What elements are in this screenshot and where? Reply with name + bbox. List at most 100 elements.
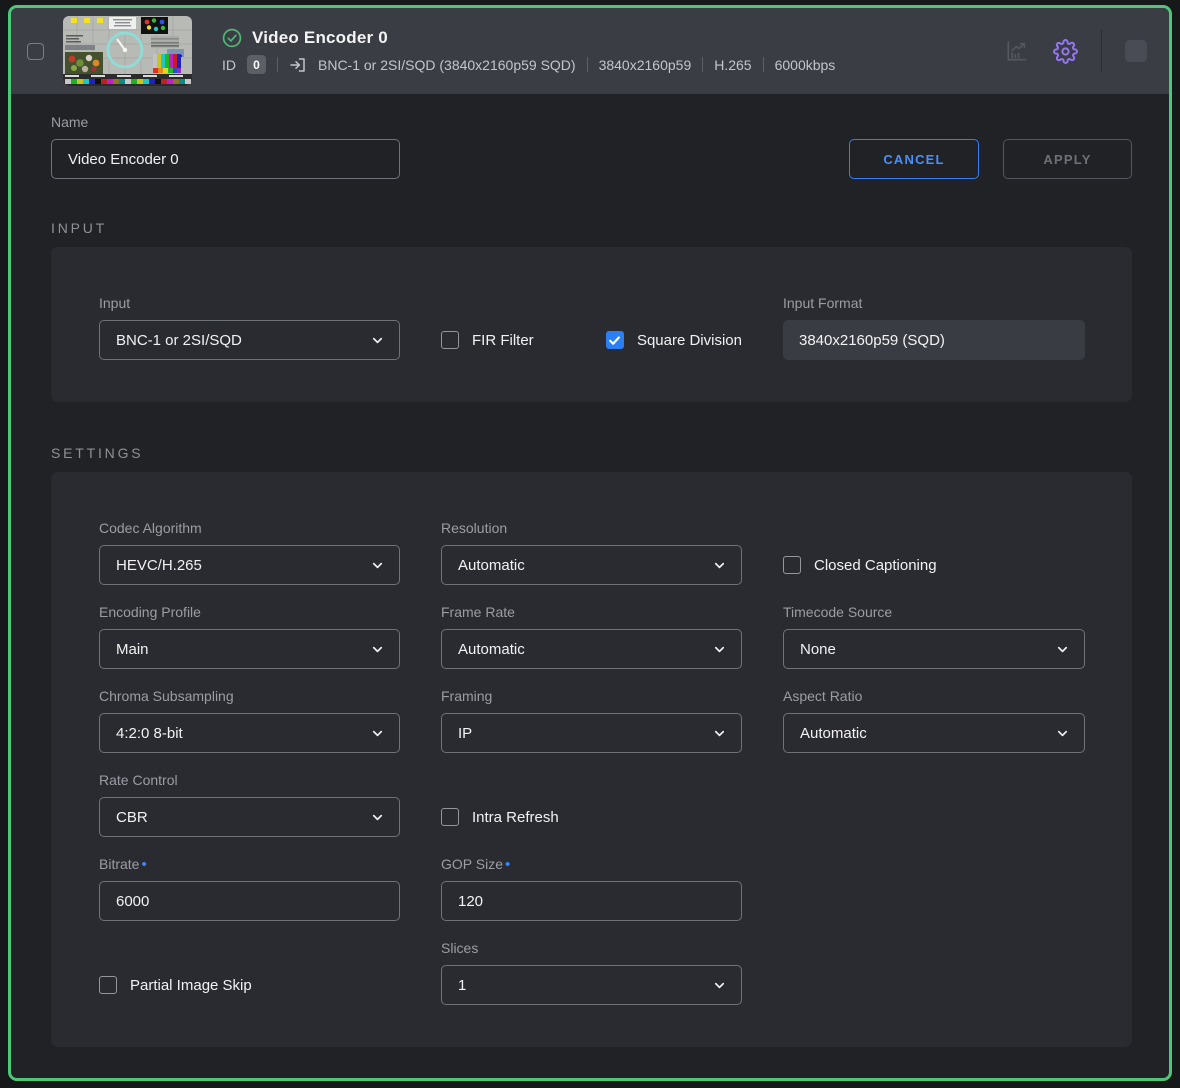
aspect-ratio-label: Aspect Ratio — [783, 688, 1085, 705]
chroma-subsampling-label: Chroma Subsampling — [99, 688, 400, 705]
status-square[interactable] — [1125, 40, 1147, 62]
aspect-ratio-value: Automatic — [800, 725, 867, 742]
closed-captioning-group: Closed Captioning — [783, 520, 1085, 585]
partial-image-skip-checkbox-row[interactable]: Partial Image Skip — [99, 965, 400, 1005]
rate-control-value: CBR — [116, 809, 148, 826]
slices-select[interactable]: 1 — [441, 965, 742, 1005]
encoding-profile-group: Encoding Profile Main — [99, 604, 400, 669]
chroma-subsampling-group: Chroma Subsampling 4:2:0 8-bit — [99, 688, 400, 753]
input-section-heading: INPUT — [51, 220, 1132, 236]
settings-button[interactable] — [1053, 39, 1078, 64]
chevron-down-icon — [370, 810, 385, 825]
frame-rate-label: Frame Rate — [441, 604, 742, 621]
timecode-source-select[interactable]: None — [783, 629, 1085, 669]
aspect-ratio-group: Aspect Ratio Automatic — [783, 688, 1085, 753]
input-icon — [289, 56, 307, 74]
slices-label: Slices — [441, 940, 742, 957]
input-source-group: Input BNC-1 or 2SI/SQD — [99, 295, 400, 360]
empty-cell — [783, 772, 1085, 837]
id-badge: 0 — [247, 55, 266, 74]
divider — [763, 57, 764, 72]
timecode-source-group: Timecode Source None — [783, 604, 1085, 669]
fir-filter-checkbox-row[interactable]: FIR Filter — [441, 320, 534, 360]
gop-size-input[interactable] — [441, 881, 742, 921]
resolution-value: Automatic — [458, 557, 525, 574]
chevron-down-icon — [370, 726, 385, 741]
cancel-button[interactable]: CANCEL — [849, 139, 979, 179]
chevron-down-icon — [712, 978, 727, 993]
closed-captioning-checkbox-row[interactable]: Closed Captioning — [783, 545, 1085, 585]
divider — [587, 57, 588, 72]
spacer-label — [783, 520, 1085, 537]
intra-refresh-group: Intra Refresh — [441, 772, 742, 837]
empty-cell — [783, 940, 1085, 1005]
required-indicator: • — [141, 856, 146, 873]
framing-select[interactable]: IP — [441, 713, 742, 753]
square-division-label: Square Division — [637, 332, 742, 349]
encoding-profile-select[interactable]: Main — [99, 629, 400, 669]
input-source-select[interactable]: BNC-1 or 2SI/SQD — [99, 320, 400, 360]
encoder-header: Video Encoder 0 ID 0 BNC-1 or 2SI/SQD (3… — [11, 8, 1169, 94]
framing-group: Framing IP — [441, 688, 742, 753]
codec-algorithm-value: HEVC/H.265 — [116, 557, 202, 574]
video-preview-thumbnail[interactable] — [63, 16, 192, 86]
encoding-profile-label: Encoding Profile — [99, 604, 400, 621]
framing-value: IP — [458, 725, 472, 742]
bitrate-input[interactable] — [99, 881, 400, 921]
gop-size-group: GOP Size• — [441, 856, 742, 921]
square-division-checkbox[interactable] — [606, 331, 624, 349]
chevron-down-icon — [370, 558, 385, 573]
header-actions — [1004, 30, 1147, 72]
partial-image-skip-group: Partial Image Skip — [99, 940, 400, 1005]
codec-algorithm-select[interactable]: HEVC/H.265 — [99, 545, 400, 585]
header-input-summary: BNC-1 or 2SI/SQD (3840x2160p59 SQD) — [318, 57, 576, 73]
encoding-profile-value: Main — [116, 641, 149, 658]
spacer-label — [441, 772, 742, 789]
name-input[interactable] — [51, 139, 400, 179]
timecode-source-value: None — [800, 641, 836, 658]
aspect-ratio-select[interactable]: Automatic — [783, 713, 1085, 753]
input-format-value: 3840x2160p59 (SQD) — [783, 320, 1085, 360]
settings-panel: Codec Algorithm HEVC/H.265 Resolution Au… — [51, 472, 1132, 1047]
divider — [277, 57, 278, 72]
slices-value: 1 — [458, 977, 466, 994]
square-division-checkbox-row[interactable]: Square Division — [606, 320, 742, 360]
apply-button[interactable]: APPLY — [1003, 139, 1132, 179]
status-ok-icon — [222, 28, 242, 48]
settings-section-heading: SETTINGS — [51, 445, 1132, 461]
chevron-down-icon — [1055, 726, 1070, 741]
resolution-select[interactable]: Automatic — [441, 545, 742, 585]
rate-control-group: Rate Control CBR — [99, 772, 400, 837]
closed-captioning-checkbox[interactable] — [783, 556, 801, 574]
chevron-down-icon — [1055, 642, 1070, 657]
fir-filter-checkbox[interactable] — [441, 331, 459, 349]
statistics-button[interactable] — [1004, 38, 1030, 64]
input-source-label: Input — [99, 295, 400, 312]
rate-control-label: Rate Control — [99, 772, 400, 789]
framing-label: Framing — [441, 688, 742, 705]
partial-image-skip-checkbox[interactable] — [99, 976, 117, 994]
intra-refresh-label: Intra Refresh — [472, 809, 559, 826]
gear-icon — [1053, 39, 1078, 64]
name-field-group: Name — [51, 114, 400, 179]
intra-refresh-checkbox-row[interactable]: Intra Refresh — [441, 797, 742, 837]
select-encoder-checkbox[interactable] — [27, 43, 44, 60]
input-panel: Input BNC-1 or 2SI/SQD FIR Filter — [51, 247, 1132, 402]
input-source-value: BNC-1 or 2SI/SQD — [116, 332, 242, 349]
header-info: Video Encoder 0 ID 0 BNC-1 or 2SI/SQD (3… — [222, 28, 1004, 74]
fir-filter-label: FIR Filter — [472, 332, 534, 349]
required-indicator: • — [505, 856, 510, 873]
id-label: ID — [222, 57, 236, 73]
encoder-window: Video Encoder 0 ID 0 BNC-1 or 2SI/SQD (3… — [8, 5, 1172, 1081]
intra-refresh-checkbox[interactable] — [441, 808, 459, 826]
chroma-subsampling-select[interactable]: 4:2:0 8-bit — [99, 713, 400, 753]
encoder-form: Name CANCEL APPLY INPUT Input BNC-1 or 2… — [11, 94, 1169, 1047]
frame-rate-select[interactable]: Automatic — [441, 629, 742, 669]
codec-algorithm-label: Codec Algorithm — [99, 520, 400, 537]
closed-captioning-label: Closed Captioning — [814, 557, 937, 574]
resolution-group: Resolution Automatic — [441, 520, 742, 585]
spacer-label — [441, 295, 742, 312]
rate-control-select[interactable]: CBR — [99, 797, 400, 837]
chart-icon — [1004, 38, 1030, 64]
spacer-label — [99, 940, 400, 957]
